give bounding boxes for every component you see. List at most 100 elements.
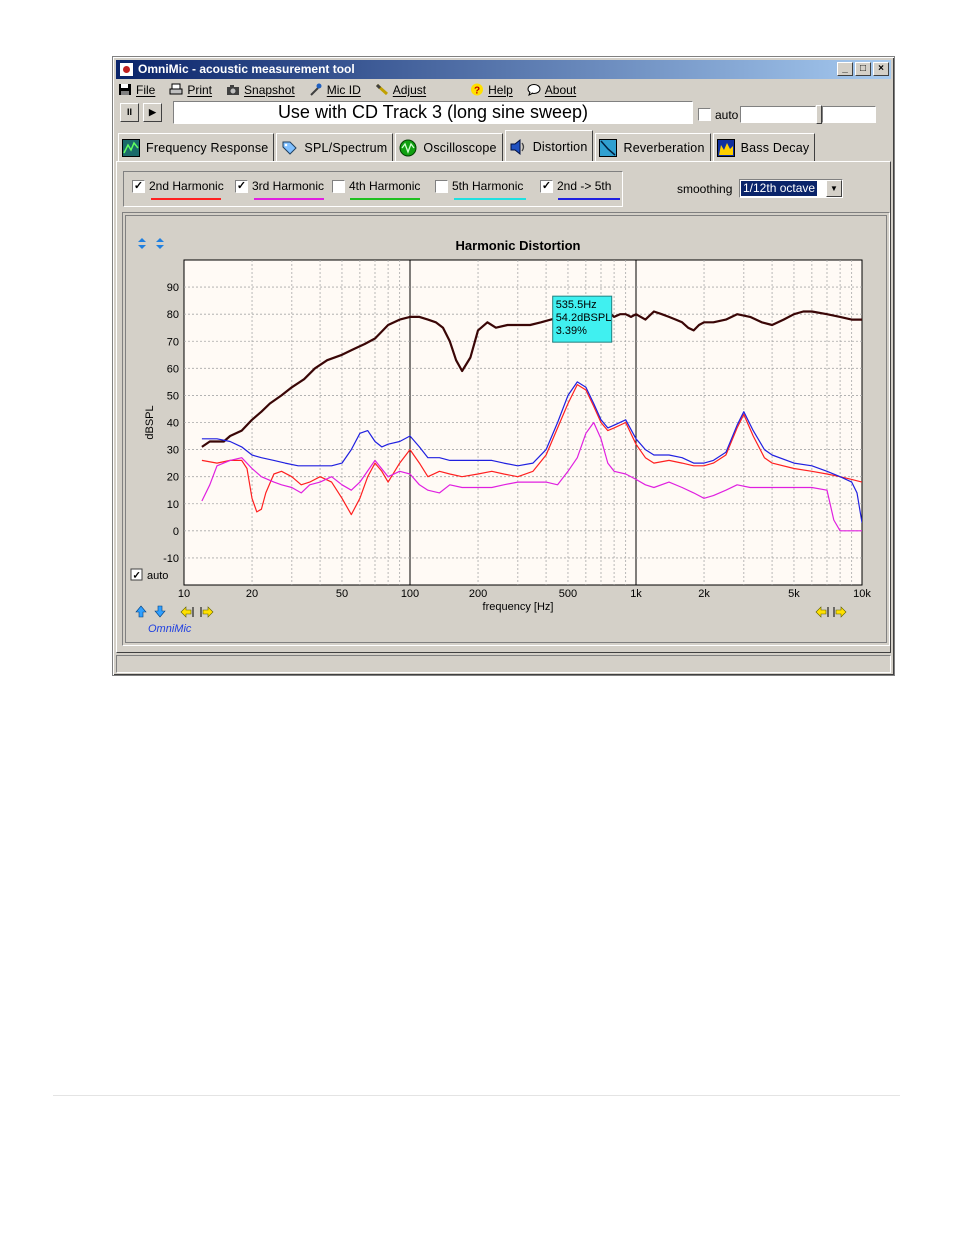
spl-tag-icon [280,139,298,157]
plot-auto-checkmark: ✓ [133,571,141,582]
harmonic-2nd-checkbox[interactable]: ✓ [132,179,145,193]
y-zoom-out-icon[interactable] [156,238,164,249]
distortion-chart: -10 0 10 20 30 40 50 60 70 80 90 10 20 50 100 200 500 1k 2… [130,238,871,635]
harmonic-4th-option[interactable]: 4th Harmonic [332,179,420,193]
harmonic-sum-checkbox[interactable]: ✓ [540,179,553,193]
harmonic-5th-swatch [454,198,526,200]
harmonic-selector: ✓ 2nd Harmonic ✓ 3rd Harmonic 4th Harmon… [123,171,623,207]
y-tick-label: -10 [163,553,179,565]
smoothing-label: smoothing [677,182,733,196]
menu-bar: File Print Snapshot Mic ID Adjust ? Help [116,80,891,99]
page-divider [53,1095,900,1096]
x-tick-label: 20 [246,588,258,600]
tab-strip: Frequency Response SPL/Spectrum Oscillos… [118,130,817,162]
harmonic-5th-checkbox[interactable] [435,179,448,193]
y-tick-label: 40 [167,418,179,430]
minimize-button[interactable]: _ [837,62,853,76]
x-tick-label: 10k [853,588,871,600]
auto-level-checkbox[interactable] [698,108,711,121]
tab-frequency-response[interactable]: Frequency Response [118,133,275,162]
plot-auto-label: auto [147,570,168,582]
y-shift-up-icon[interactable] [135,605,147,618]
x-tick-label: 200 [469,588,487,600]
smoothing-value: 1/12th octave [741,181,818,196]
cursor-frequency: 535.5Hz [556,299,597,311]
harmonic-4th-checkbox[interactable] [332,179,345,193]
reverberation-icon [599,138,618,157]
harmonic-3rd-checkbox[interactable]: ✓ [235,179,248,193]
window-title: OmniMic - acoustic measurement tool [138,62,355,76]
maximize-button[interactable]: □ [855,62,871,76]
pause-button[interactable]: II [120,103,139,122]
plot-area-frame: -10 0 10 20 30 40 50 60 70 80 90 10 20 50 100 200 500 1k 2… [125,215,887,643]
printer-icon [169,83,183,96]
tab-bass-decay[interactable]: Bass Decay [712,133,816,162]
tab-reverberation[interactable]: Reverberation [595,133,711,162]
tab-spl-spectrum[interactable]: SPL/Spectrum [276,133,394,162]
x-right-shrink-icon[interactable] [815,606,829,618]
menu-file[interactable]: File [118,83,155,97]
x-tick-label: 500 [559,588,577,600]
harmonic-2nd-option[interactable]: ✓ 2nd Harmonic [132,179,224,193]
svg-text:?: ? [474,86,480,97]
track-instruction: Use with CD Track 3 (long sine sweep) [173,101,693,124]
y-axis-label: dBSPL [144,405,156,439]
status-bar [116,655,891,673]
harmonic-sum-option[interactable]: ✓ 2nd -> 5th [540,179,611,193]
y-tick-label: 80 [167,309,179,321]
omnimic-brand: OmniMic [148,623,192,635]
level-slider-track-right[interactable] [822,106,877,123]
y-tick-label: 90 [167,282,179,294]
auto-level-control: auto [698,105,877,124]
y-tick-label: 10 [167,499,179,511]
menu-help[interactable]: ? Help [470,83,513,97]
play-button[interactable]: ▶ [143,103,162,122]
x-right-expand-icon[interactable] [200,606,214,618]
cursor-level: 54.2dBSPL [556,312,612,324]
app-logo-icon [119,62,134,77]
distortion-panel: ✓ 2nd Harmonic ✓ 3rd Harmonic 4th Harmon… [116,161,891,653]
menu-adjust[interactable]: Adjust [375,83,426,97]
frequency-response-icon [122,138,140,157]
oscilloscope-icon [399,139,417,157]
harmonic-3rd-option[interactable]: ✓ 3rd Harmonic [235,179,324,193]
x-right-extend-icon[interactable] [833,606,847,618]
menu-print[interactable]: Print [169,83,212,97]
floppy-icon [118,83,132,96]
close-button[interactable]: × [873,62,889,76]
menu-snapshot[interactable]: Snapshot [226,83,295,97]
harmonic-3rd-swatch [254,198,324,200]
speech-bubble-icon [527,83,541,96]
title-bar: OmniMic - acoustic measurement tool _ □ … [116,60,891,79]
y-zoom-in-icon[interactable] [138,238,146,249]
harmonic-5th-option[interactable]: 5th Harmonic [435,179,523,193]
camera-icon [226,83,240,96]
x-tick-label: 100 [401,588,419,600]
level-slider-track[interactable] [740,106,817,123]
y-tick-label: 30 [167,445,179,457]
chart-title: Harmonic Distortion [456,238,581,253]
microphone-icon [309,83,323,96]
help-icon: ? [470,83,484,97]
menu-about[interactable]: About [527,83,576,97]
x-left-expand-icon[interactable] [180,606,194,618]
tab-distortion[interactable]: Distortion [504,130,594,162]
y-tick-label: 0 [173,526,179,538]
app-window: OmniMic - acoustic measurement tool _ □ … [112,56,895,676]
harmonic-2nd-swatch [151,198,221,200]
wrench-icon [375,83,389,96]
chevron-down-icon[interactable]: ▼ [826,180,842,197]
y-shift-down-icon[interactable] [154,605,166,618]
bass-decay-icon [716,138,735,157]
x-tick-label: 5k [788,588,800,600]
auto-level-label: auto [715,107,739,122]
menu-mic-id[interactable]: Mic ID [309,83,361,97]
x-tick-label: 2k [698,588,710,600]
tab-oscilloscope[interactable]: Oscilloscope [395,133,503,162]
smoothing-select[interactable]: 1/12th octave ▼ [739,179,843,198]
x-tick-label: 1k [630,588,642,600]
toolbar: II ▶ Use with CD Track 3 (long sine swee… [116,100,891,126]
plot-panel: -10 0 10 20 30 40 50 60 70 80 90 10 20 50 100 200 500 1k 2… [122,212,890,646]
distortion-speaker-icon [509,138,527,156]
y-tick-label: 20 [167,472,179,484]
